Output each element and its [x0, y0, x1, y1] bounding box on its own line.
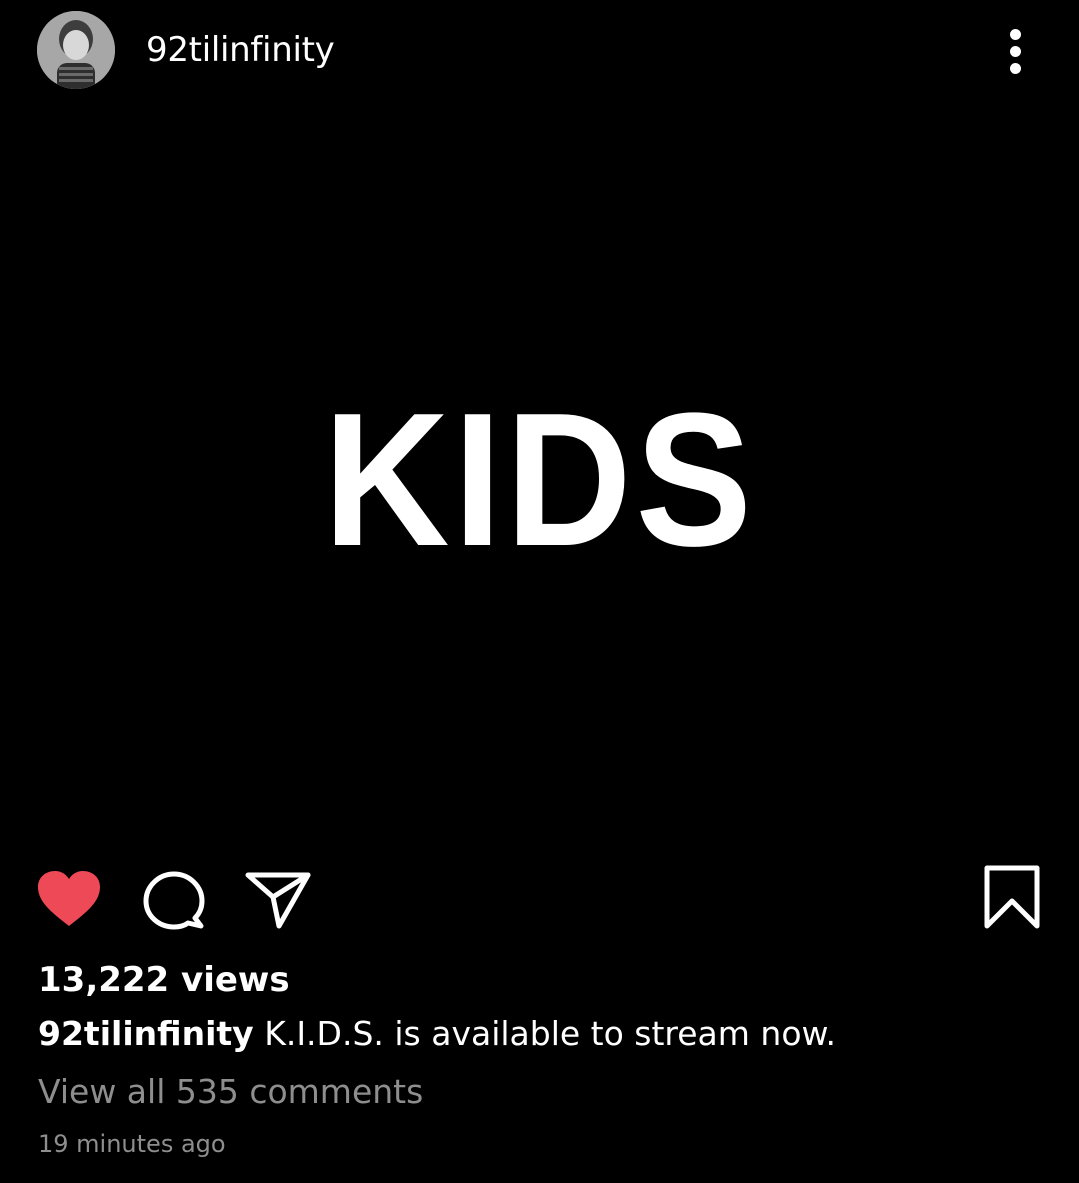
bookmark-icon	[984, 865, 1040, 929]
post-header: 92tilinfinity	[0, 0, 1079, 100]
comment-button[interactable]	[143, 870, 205, 930]
post-timestamp: 19 minutes ago	[38, 1130, 226, 1158]
like-button[interactable]	[36, 870, 102, 928]
post-username[interactable]: 92tilinfinity	[146, 28, 335, 72]
share-button[interactable]	[245, 870, 311, 930]
heart-icon	[38, 871, 100, 926]
caption-username[interactable]: 92tilinfinity	[38, 1014, 254, 1053]
avatar[interactable]	[37, 11, 115, 89]
view-all-comments-link[interactable]: View all 535 comments	[38, 1070, 423, 1114]
post-caption: 92tilinfinity K.I.D.S. is available to s…	[38, 1012, 836, 1056]
post-image[interactable]: KIDS	[0, 100, 1079, 850]
caption-text: K.I.D.S. is available to stream now.	[264, 1014, 836, 1053]
more-vertical-icon	[1010, 29, 1021, 40]
send-icon	[245, 872, 311, 929]
more-options-button[interactable]	[996, 24, 1036, 80]
save-button[interactable]	[982, 864, 1042, 930]
comment-icon	[143, 871, 205, 930]
post-image-text: KIDS	[323, 374, 756, 586]
post-actions	[0, 860, 1079, 940]
views-count: 13,222 views	[38, 960, 290, 1000]
